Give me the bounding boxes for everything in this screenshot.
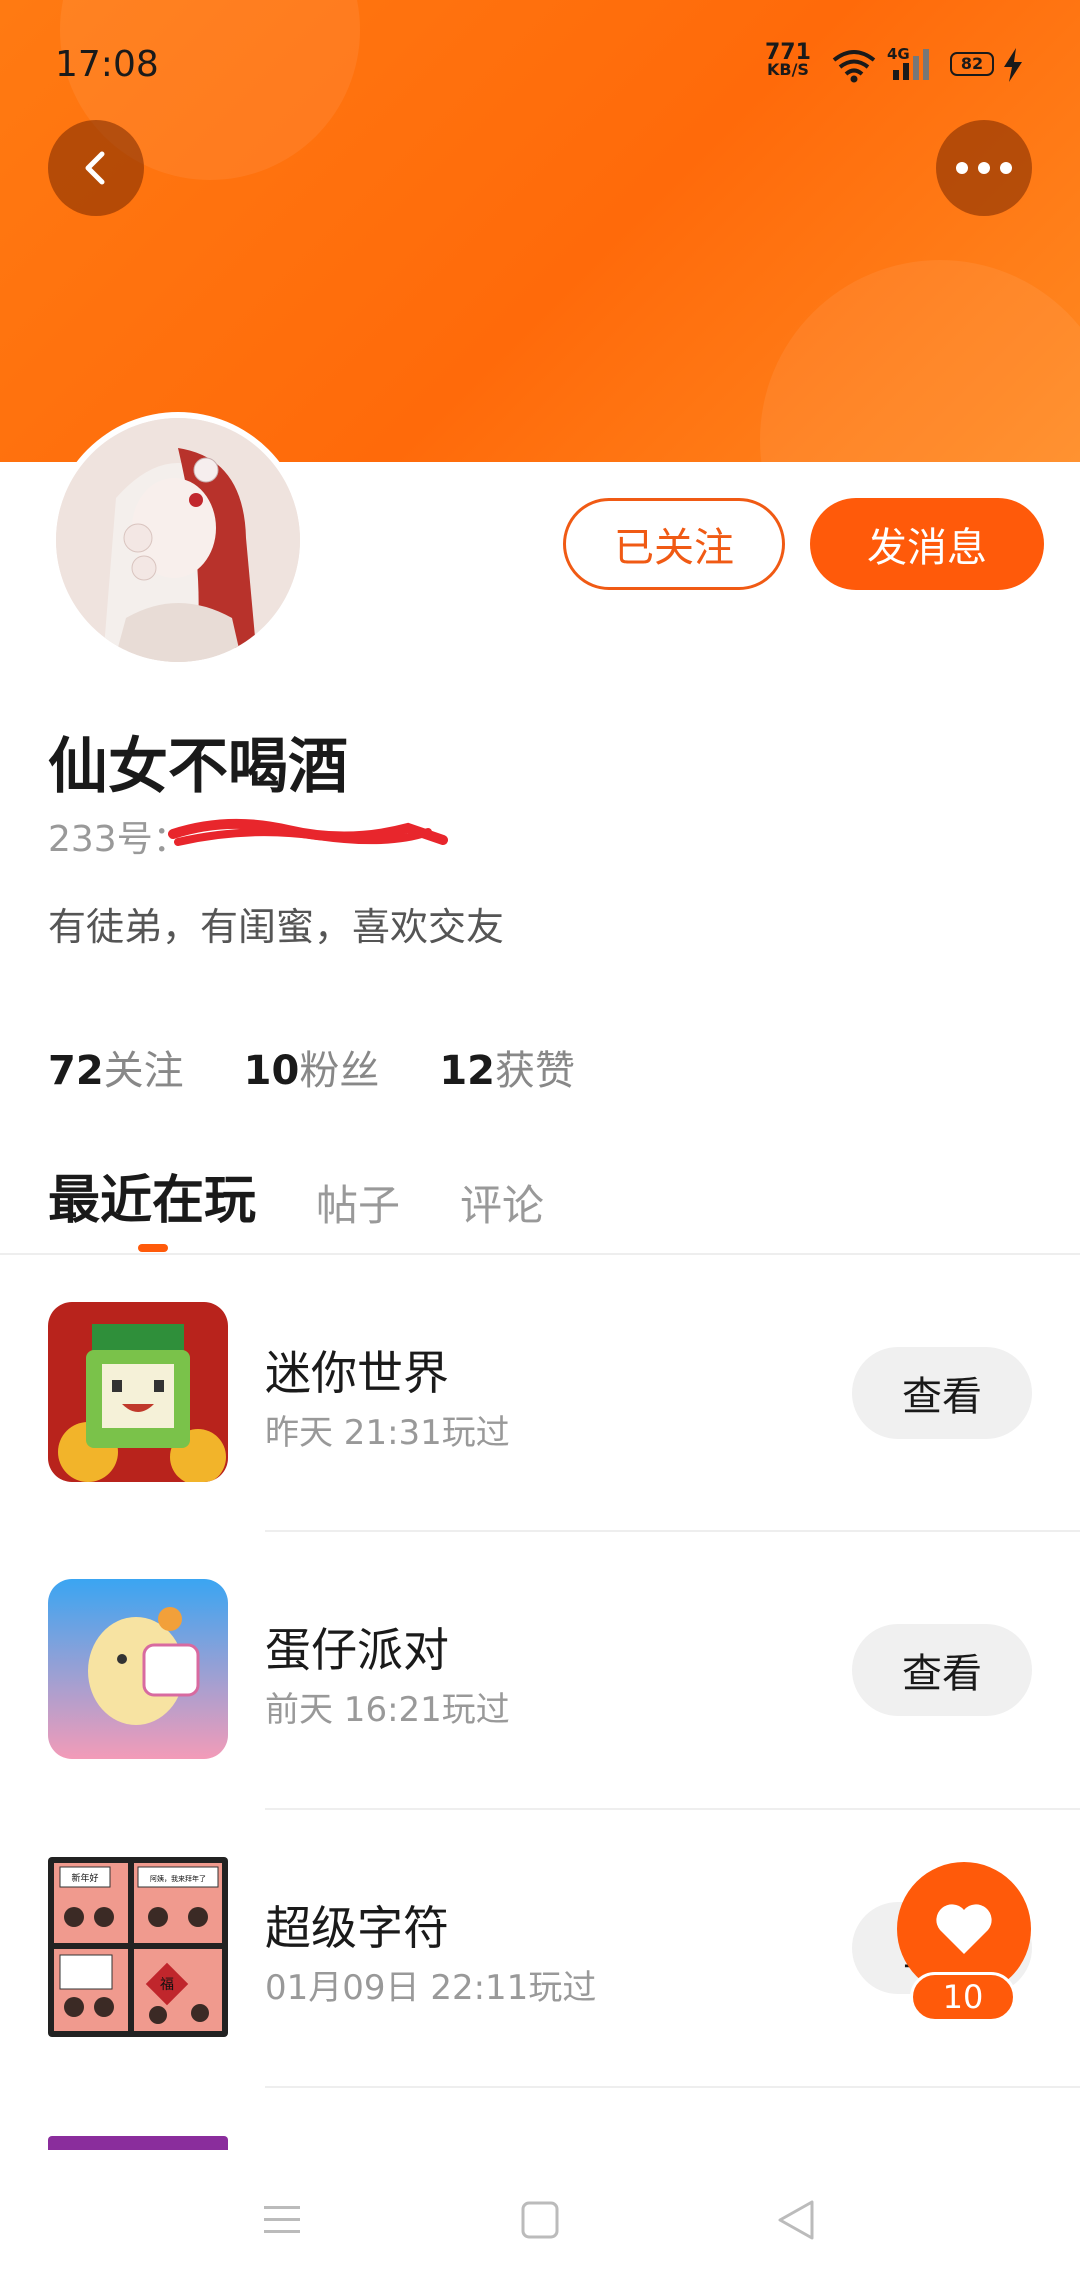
tab-posts[interactable]: 帖子 (316, 1172, 400, 1233)
game-row-mini-world[interactable]: 迷你世界 昨天 21:31玩过 查看 (0, 1255, 1080, 1531)
nav-back-button[interactable] (766, 2190, 826, 2250)
charging-icon (1004, 48, 1022, 82)
game-icon-mini-world (48, 1302, 228, 1482)
game-row-eggy-party[interactable]: 蛋仔派对 前天 16:21玩过 查看 (0, 1532, 1080, 1808)
profile-tabs: 最近在玩 帖子 评论 (48, 1158, 604, 1233)
like-count-badge: 10 (910, 1972, 1016, 2022)
view-game-button[interactable]: 查看 (852, 1347, 1032, 1439)
tab-comments[interactable]: 评论 (460, 1172, 544, 1233)
system-navigation-bar (0, 2150, 1080, 2280)
game-icon-eggy-party (48, 1579, 228, 1759)
menu-icon (264, 2206, 300, 2233)
game-last-played: 前天 16:21玩过 (265, 1690, 510, 1730)
chevron-left-icon (85, 151, 105, 185)
profile-stats: 72关注 10粉丝 12获赞 (48, 1038, 635, 1096)
more-dots-icon (956, 162, 1012, 174)
nav-home-button[interactable] (510, 2190, 570, 2250)
status-bar: 17:08 771 KB/S 4G 82 (0, 0, 1080, 130)
avatar-illustration (56, 418, 300, 662)
game-icon-partial (48, 2136, 228, 2150)
back-triangle-icon (778, 2200, 814, 2240)
wifi-icon (832, 50, 876, 83)
game-last-played: 昨天 21:31玩过 (265, 1413, 510, 1453)
tab-recently-played[interactable]: 最近在玩 (48, 1158, 256, 1233)
svg-text:新年好: 新年好 (71, 1872, 98, 1884)
active-tab-indicator (138, 1244, 168, 1252)
profile-name: 仙女不喝酒 (48, 732, 348, 802)
game-name: 蛋仔派对 (265, 1623, 449, 1677)
redacted-scribble (168, 818, 448, 846)
followers-count[interactable]: 10粉丝 (244, 1038, 380, 1096)
status-time: 17:08 (55, 44, 159, 85)
divider (265, 2086, 1080, 2088)
banner-decoration (760, 260, 1080, 462)
network-speed: 771 KB/S (765, 40, 811, 79)
svg-text:阿姨，我来拜年了: 阿姨，我来拜年了 (150, 1874, 206, 1883)
avatar[interactable] (50, 412, 306, 668)
game-name: 迷你世界 (265, 1346, 449, 1400)
game-last-played: 01月09日 22:11玩过 (265, 1968, 597, 2008)
send-message-button[interactable]: 发消息 (810, 498, 1044, 590)
battery-icon: 82 (950, 52, 994, 76)
following-count[interactable]: 72关注 (48, 1038, 184, 1096)
followed-button[interactable]: 已关注 (563, 498, 785, 590)
heart-icon (936, 1904, 992, 1954)
likes-count[interactable]: 12获赞 (439, 1038, 575, 1096)
more-options-button[interactable] (936, 120, 1032, 216)
back-button[interactable] (48, 120, 144, 216)
view-game-button[interactable]: 查看 (852, 1624, 1032, 1716)
game-name: 超级字符 (265, 1901, 449, 1955)
cell-signal-icon (893, 49, 929, 80)
profile-bio: 有徒弟，有闺蜜，喜欢交友 (48, 905, 505, 949)
home-square-icon (521, 2201, 559, 2239)
game-icon-super-character: 新年好 阿姨，我来拜年了 福 (48, 1857, 228, 2037)
nav-menu-button[interactable] (252, 2190, 312, 2250)
svg-text:福: 福 (160, 1977, 174, 1993)
